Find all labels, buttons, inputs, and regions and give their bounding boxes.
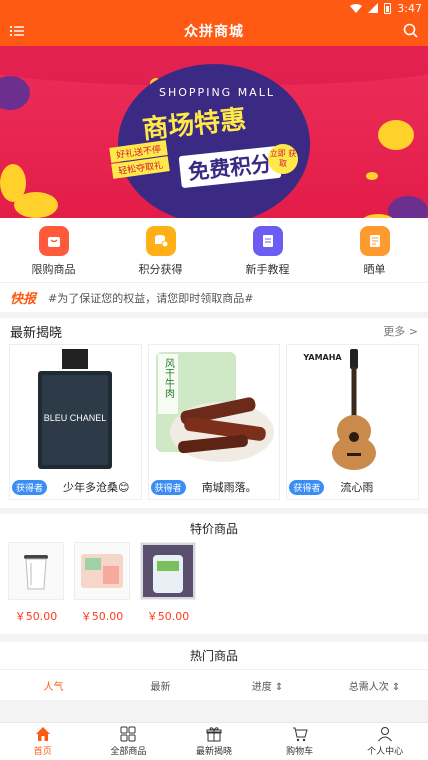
signal-icon [368, 3, 379, 13]
product-image-detergent [140, 542, 196, 600]
app-root: 3:47 众拼商城 SHOPPING MALL 商场特惠 好礼送不停 轻松夺取礼… [0, 0, 428, 760]
home-icon [35, 727, 50, 741]
more-label: 更多 [383, 325, 406, 338]
banner-decor-blob [0, 164, 26, 202]
coins-icon [145, 226, 176, 256]
reveal-footer: 获得者 流心雨 [287, 475, 418, 499]
reveal-footer: 获得者 南城雨落。 [149, 475, 280, 499]
price: ￥50.00 [146, 610, 190, 623]
sort-newest[interactable]: 最新 [107, 678, 214, 693]
special-offer-section: 特价商品 ￥50.00 ￥50.00 ￥50.00 [0, 514, 428, 634]
winner-badge: 获得者 [150, 479, 186, 495]
winner-name: 少年多沧桑😊 [63, 481, 130, 494]
hot-items-section: 热门商品 人气 最新 进度 ⇕ 总需人次 ⇕ [0, 642, 428, 700]
banner-decor-blob [378, 120, 414, 150]
banner-shopping-mall-text: SHOPPING MALL [159, 86, 275, 99]
wifi-icon [350, 3, 363, 13]
bottom-tab-bar: 首页 全部商品 最新揭晓 购物车 个人中心 [0, 722, 428, 760]
tab-all-products[interactable]: 全部商品 [86, 723, 172, 760]
page-title: 众拼商城 [184, 24, 244, 40]
sort-bar: 人气 最新 进度 ⇕ 总需人次 ⇕ [0, 670, 428, 700]
status-bar: 3:47 [0, 0, 428, 16]
banner-decor-blob [0, 76, 30, 110]
news-ticker[interactable]: 快报 #为了保证您的权益，请您即时领取商品# [0, 282, 428, 312]
sort-total-required[interactable]: 总需人次 ⇕ [321, 678, 428, 693]
product-image-perfume: BLEU CHANEL [10, 345, 141, 475]
quick-nav-label: 晒单 [363, 263, 386, 276]
banner-get-now-badge: 立即 获取 [268, 144, 298, 174]
status-time: 3:47 [397, 1, 422, 15]
special-list: ￥50.00 ￥50.00 ￥50.00 [0, 542, 428, 634]
chevron-right-icon: > [408, 325, 418, 338]
gift-icon [206, 727, 222, 742]
product-label: YAMAHA [303, 353, 342, 362]
bag-icon [38, 226, 69, 256]
special-item[interactable]: ￥50.00 [140, 542, 196, 624]
price: ￥50.00 [80, 610, 124, 623]
product-image-trashcan [8, 542, 64, 600]
tab-cart[interactable]: 购物车 [257, 723, 343, 760]
menu-icon[interactable] [10, 24, 24, 38]
app-header: 众拼商城 [0, 16, 428, 46]
reveal-card[interactable]: 风干牛肉 获得者 南城雨落。 [147, 344, 281, 500]
sort-popularity[interactable]: 人气 [0, 678, 107, 693]
tab-label: 最新揭晓 [195, 747, 232, 757]
ticker-label: 快报 [10, 292, 37, 307]
battery-icon [384, 2, 392, 14]
winner-name: 南城雨落。 [201, 481, 257, 494]
special-item[interactable]: ￥50.00 [74, 542, 130, 624]
latest-reveal-section: 最新揭晓 更多 > BLEU CHANEL 获得者 少年多沧桑😊 风干牛肉 获得… [0, 318, 428, 508]
banner-decor-blob [366, 172, 378, 180]
search-icon[interactable] [403, 23, 418, 38]
reveal-card[interactable]: YAMAHA 获得者 流心雨 [286, 344, 420, 500]
quick-nav-label: 新手教程 [245, 263, 290, 276]
section-title: 最新揭晓 [10, 325, 63, 341]
winner-badge: 获得者 [289, 479, 325, 495]
section-header: 最新揭晓 更多 > [0, 318, 428, 344]
sort-progress[interactable]: 进度 ⇕ [214, 678, 321, 693]
reveal-footer: 获得者 少年多沧桑😊 [10, 475, 141, 499]
book-icon [252, 226, 283, 256]
product-label: BLEU CHANEL [44, 413, 107, 423]
user-icon [378, 727, 393, 742]
quick-nav-label: 限购商品 [31, 263, 76, 276]
more-link[interactable]: 更多 > [383, 323, 418, 339]
special-item[interactable]: ￥50.00 [8, 542, 64, 624]
tab-label: 全部商品 [110, 747, 147, 757]
product-image-tissue [74, 542, 130, 600]
reveal-card[interactable]: BLEU CHANEL 获得者 少年多沧桑😊 [9, 344, 142, 500]
tab-label: 首页 [33, 747, 52, 757]
product-image-guitar: YAMAHA [287, 345, 419, 475]
cart-icon [292, 727, 308, 742]
product-image-jerky: 风干牛肉 [148, 345, 280, 475]
tab-latest-reveal[interactable]: 最新揭晓 [171, 723, 257, 760]
quick-nav: 限购商品 积分获得 新手教程 晒单 [0, 218, 428, 282]
quick-nav-limited[interactable]: 限购商品 [0, 218, 107, 282]
quick-nav-points[interactable]: 积分获得 [107, 218, 214, 282]
quick-nav-showcase[interactable]: 晒单 [321, 218, 428, 282]
promo-banner[interactable]: SHOPPING MALL 商场特惠 好礼送不停 轻松夺取礼 免费积分 立即 获… [0, 46, 428, 218]
winner-badge: 获得者 [12, 479, 48, 495]
reveal-list: BLEU CHANEL 获得者 少年多沧桑😊 风干牛肉 获得者 南城雨落。 YA… [0, 344, 428, 508]
banner-decor-blob [388, 196, 428, 218]
quick-nav-label: 积分获得 [138, 263, 183, 276]
tab-profile[interactable]: 个人中心 [342, 723, 428, 760]
tab-label: 购物车 [286, 747, 314, 757]
tab-home[interactable]: 首页 [0, 723, 86, 760]
section-title: 热门商品 [0, 642, 428, 670]
quick-nav-tutorial[interactable]: 新手教程 [214, 218, 321, 282]
grid-icon [120, 726, 136, 742]
winner-name: 流心雨 [340, 481, 374, 494]
tab-label: 个人中心 [367, 747, 404, 757]
section-title: 特价商品 [189, 521, 238, 536]
ticker-text: #为了保证您的权益，请您即时领取商品# [48, 291, 254, 305]
product-label: 风干牛肉 [163, 358, 175, 398]
document-icon [359, 226, 390, 256]
price: ￥50.00 [14, 610, 58, 623]
